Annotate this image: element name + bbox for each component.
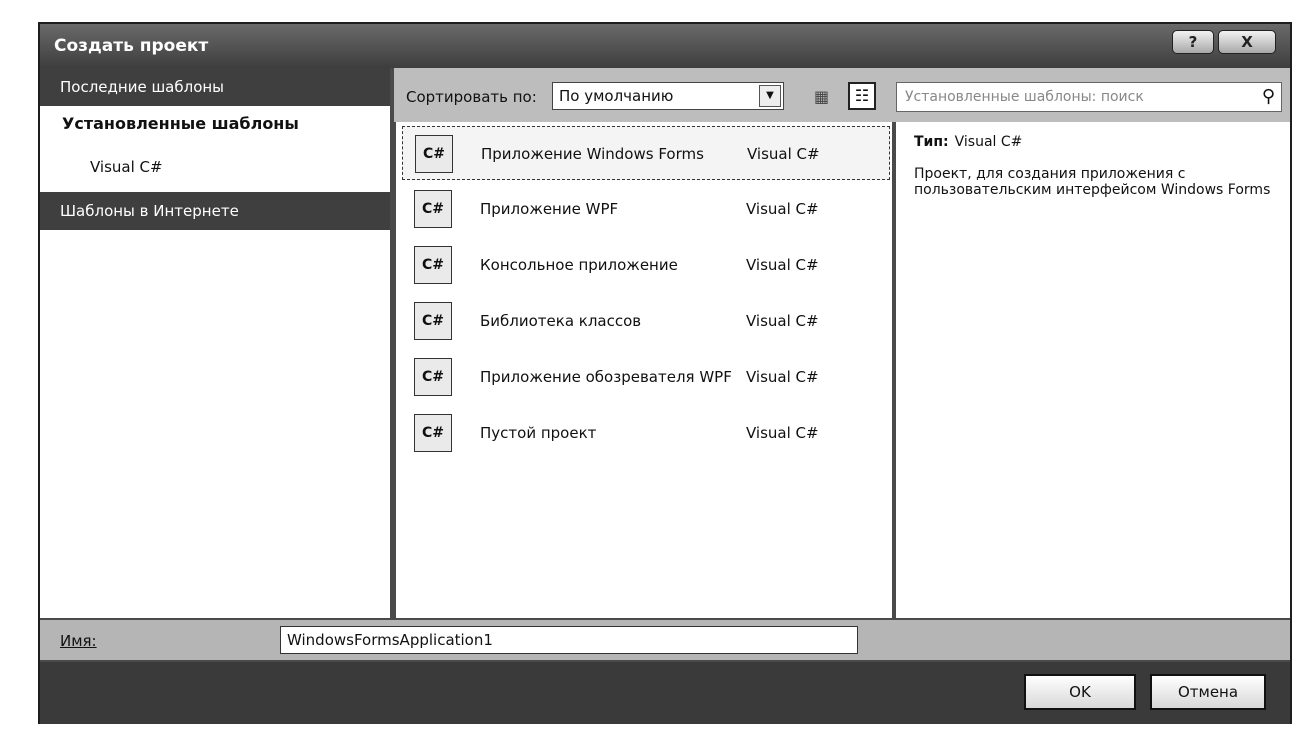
template-language: Visual C#	[746, 312, 819, 330]
chevron-down-icon[interactable]: ▼	[759, 85, 781, 107]
template-name: Библиотека классов	[480, 312, 642, 330]
sort-value: По умолчанию	[559, 87, 674, 105]
type-label: Тип:	[914, 134, 949, 150]
console-icon: C#	[414, 246, 452, 284]
search-input[interactable]: Установленные шаблоны: поиск ⚲	[896, 82, 1282, 112]
type-value: Visual C#	[954, 134, 1023, 150]
small-icons-view-icon[interactable]: ▦	[814, 86, 836, 108]
template-name: Консольное приложение	[480, 256, 678, 274]
ok-button[interactable]: OK	[1024, 674, 1136, 710]
list-item[interactable]: C# Приложение WPF Visual C#	[402, 182, 890, 236]
new-project-dialog: Создать проект ? X Последние шаблоны Уст…	[38, 22, 1292, 724]
search-icon[interactable]: ⚲	[1262, 83, 1275, 111]
cancel-button[interactable]: Отмена	[1150, 674, 1266, 710]
template-sidebar: Последние шаблоны Установленные шаблоны …	[40, 68, 390, 618]
template-language: Visual C#	[746, 424, 819, 442]
template-name: Приложение WPF	[480, 200, 619, 218]
winforms-icon: C#	[415, 135, 453, 173]
empty-project-icon: C#	[414, 414, 452, 452]
sort-label: Сортировать по:	[406, 88, 537, 106]
close-button[interactable]: X	[1218, 30, 1276, 54]
sidebar-item-visual-csharp[interactable]: Visual C#	[40, 142, 390, 192]
dialog-title: Создать проект	[54, 36, 209, 56]
template-name: Приложение Windows Forms	[481, 145, 704, 163]
help-button[interactable]: ?	[1172, 30, 1214, 54]
wpf-browser-icon: C#	[414, 358, 452, 396]
template-language: Visual C#	[747, 145, 820, 163]
template-language: Visual C#	[746, 368, 819, 386]
sort-dropdown[interactable]: По умолчанию ▼	[552, 82, 784, 110]
list-item[interactable]: C# Приложение Windows Forms Visual C#	[402, 126, 890, 180]
sidebar-item-installed[interactable]: Установленные шаблоны	[40, 106, 390, 142]
dialog-footer: OK Отмена	[40, 662, 1290, 724]
template-toolbar: Сортировать по: По умолчанию ▼ ▦ ☷ Устан…	[394, 68, 1290, 122]
list-item[interactable]: C# Пустой проект Visual C#	[402, 406, 890, 460]
template-name: Приложение обозревателя WPF	[480, 368, 732, 386]
name-bar: Имя: WindowsFormsApplication1	[40, 620, 1290, 660]
wpf-icon: C#	[414, 190, 452, 228]
list-item[interactable]: C# Консольное приложение Visual C#	[402, 238, 890, 292]
project-name-input[interactable]: WindowsFormsApplication1	[280, 626, 858, 654]
class-library-icon: C#	[414, 302, 452, 340]
title-bar: Создать проект ? X	[40, 24, 1290, 68]
list-item[interactable]: C# Приложение обозревателя WPF Visual C#	[402, 350, 890, 404]
template-details: Тип: Visual C# Проект, для создания прило…	[896, 122, 1290, 618]
template-list: C# Приложение Windows Forms Visual C# C#…	[396, 122, 892, 618]
name-label: Имя:	[60, 632, 97, 650]
template-description: Проект, для создания приложения с пользо…	[914, 166, 1271, 198]
sidebar-item-recent[interactable]: Последние шаблоны	[40, 68, 390, 106]
list-view-icon[interactable]: ☷	[848, 82, 876, 110]
template-name: Пустой проект	[480, 424, 597, 442]
type-line: Тип: Visual C#	[914, 134, 1022, 150]
template-language: Visual C#	[746, 256, 819, 274]
search-placeholder: Установленные шаблоны: поиск	[905, 89, 1144, 105]
list-item[interactable]: C# Библиотека классов Visual C#	[402, 294, 890, 348]
sidebar-item-online[interactable]: Шаблоны в Интернете	[40, 192, 390, 230]
template-language: Visual C#	[746, 200, 819, 218]
